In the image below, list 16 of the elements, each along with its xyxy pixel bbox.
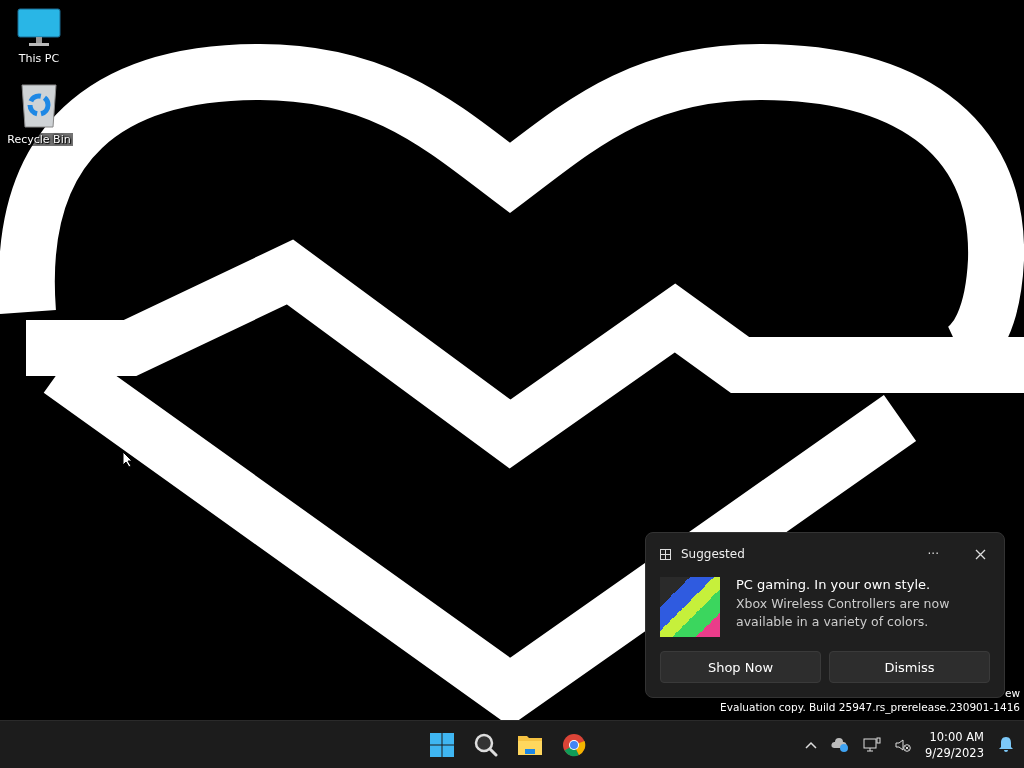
icon-label: This PC xyxy=(16,52,62,65)
watermark-text: Evaluation copy. Build 25947.rs_prerelease.230901-1416 xyxy=(720,700,1020,714)
notification-button[interactable]: Shop Now xyxy=(660,651,821,683)
widgets-icon xyxy=(660,548,671,560)
watermark-text: ew xyxy=(1004,686,1020,700)
icon-label: Recycle Bin xyxy=(5,133,73,146)
mouse-pointer-icon xyxy=(122,451,133,468)
photo-placeholder xyxy=(660,577,720,637)
notification-message: Xbox Wireless Controllers are now available in a variety of colors. xyxy=(736,595,951,631)
notification-app-name: Suggested xyxy=(681,547,746,561)
clock-button[interactable]: 10:00 AM 9/29/2023 xyxy=(921,726,988,763)
notification-title: PC gaming. In your own style. xyxy=(736,577,932,592)
more-options-button[interactable]: ··· xyxy=(923,545,943,563)
monitor-icon[interactable] xyxy=(17,8,61,48)
notification-button[interactable]: Dismiss xyxy=(829,651,990,683)
recycle-bin-icon[interactable] xyxy=(19,83,59,129)
